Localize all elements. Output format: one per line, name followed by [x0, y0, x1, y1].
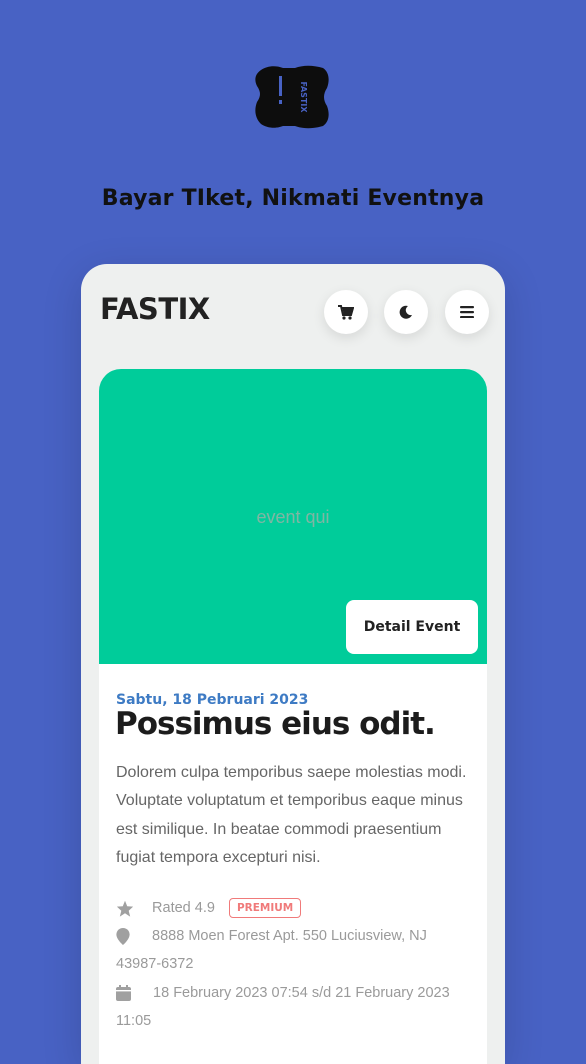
- cart-icon: [338, 304, 354, 320]
- menu-icon: [460, 306, 474, 318]
- event-schedule-row: 18 February 2023 07:54 s/d 21 February 2…: [116, 979, 476, 1036]
- event-description: Dolorem culpa temporibus saepe molestias…: [116, 764, 467, 866]
- phone-screen: FASTIX event qui Detail Event Sabtu, 18 …: [81, 264, 505, 1064]
- dark-mode-button[interactable]: [384, 290, 428, 334]
- star-icon: [116, 900, 134, 917]
- event-address: 8888 Moen Forest Apt. 550 Luciusview, NJ…: [116, 928, 427, 973]
- logo-wordmark: FASTIX: [299, 81, 308, 113]
- moon-icon: [399, 305, 412, 319]
- map-marker-icon: [116, 927, 130, 945]
- calendar-icon: [116, 985, 131, 1002]
- premium-badge: PREMIUM: [228, 898, 302, 919]
- event-address-row: 8888 Moen Forest Apt. 550 Luciusview, NJ…: [116, 922, 476, 979]
- cart-button[interactable]: [324, 290, 368, 334]
- fastix-logo-icon: FASTIX: [255, 65, 329, 129]
- tagline: Bayar TIket, Nikmati Eventnya: [101, 186, 485, 211]
- event-image[interactable]: event qui Detail Event: [99, 369, 487, 664]
- event-rating-row: Rated 4.9 PREMIUM: [116, 894, 476, 922]
- event-rating: Rated 4.9: [152, 900, 215, 916]
- menu-button[interactable]: [445, 290, 489, 334]
- event-title[interactable]: Possimus eius odit.: [115, 706, 436, 742]
- detail-event-button[interactable]: Detail Event: [346, 600, 478, 654]
- event-card: event qui Detail Event Sabtu, 18 Pebruar…: [99, 369, 487, 1064]
- app-brand[interactable]: FASTIX: [100, 292, 210, 326]
- event-image-alt: event qui: [256, 507, 330, 527]
- event-schedule: 18 February 2023 07:54 s/d 21 February 2…: [116, 985, 450, 1030]
